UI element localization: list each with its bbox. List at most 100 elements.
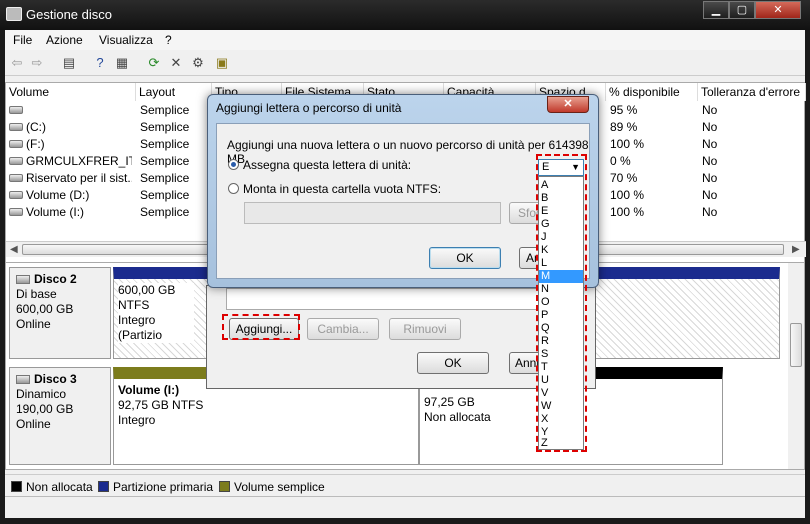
volume-cell: Riservato per il sist... [26,171,132,185]
volume-cell: Volume (D:) [26,188,90,202]
disk-icon [16,275,30,284]
change-button[interactable]: Cambia... [307,318,379,340]
delete-icon[interactable]: ✕ [167,54,185,72]
fault-cell: No [702,103,718,117]
drive-icon [9,208,23,216]
console-tree-icon[interactable]: ▤ [60,54,78,72]
partition-status: Integro [118,413,156,427]
menu-view[interactable]: Visualizza [99,33,153,47]
disk-size: 190,00 GB [16,402,74,416]
disk-size: 600,00 GB [16,302,74,316]
column-header-fault-tolerance[interactable]: Tolleranza d'errore [698,83,806,101]
legend-swatch-simple [219,481,230,492]
legend-label: Partizione primaria [113,480,214,494]
radio-assign-letter[interactable] [228,159,239,170]
disk-status: Online [16,317,51,331]
disk-type: Dinamico [16,387,67,401]
paths-list[interactable] [226,288,581,310]
volume-cell: (F:) [26,137,45,151]
refresh-icon[interactable]: ⟳ [145,54,163,72]
option-mount-folder-label[interactable]: Monta in questa cartella vuota NTFS: [243,182,441,196]
legend-swatch-primary [98,481,109,492]
layout-cell: Semplice [140,154,190,168]
settings-icon[interactable]: ⚙ [189,54,207,72]
forward-arrow-icon[interactable]: ⇨ [28,54,46,72]
dialog-body: Aggiungi una nuova lettera o un nuovo pe… [216,123,590,279]
fault-cell: No [702,120,718,134]
menu-help[interactable]: ? [165,33,172,47]
fault-cell: No [702,205,718,219]
scrollbar-thumb[interactable] [790,323,802,367]
scroll-left-icon[interactable]: ◀ [10,244,18,255]
layout-cell: Semplice [140,120,190,134]
dialog-close-icon[interactable]: ✕ [547,96,589,113]
column-header-volume[interactable]: Volume [6,83,136,101]
radio-mount-folder[interactable] [228,183,239,194]
column-header-percent-free[interactable]: % disponibile [606,83,698,101]
dialog-title: Aggiungi lettera o percorso di unità [216,101,402,115]
menu-action[interactable]: Azione [46,33,83,47]
drive-icon [9,123,23,131]
layout-cell: Semplice [140,205,190,219]
fault-cell: No [702,171,718,185]
layout-cell: Semplice [140,137,190,151]
drive-icon [9,106,23,114]
percent-cell: 89 % [610,120,638,134]
back-arrow-icon[interactable]: ⇦ [8,54,26,72]
drive-icon [9,140,23,148]
highlight-letter-dropdown [536,154,587,452]
window-title: Gestione disco [26,7,112,22]
highlight-add-button [222,314,300,340]
minimize-button[interactable]: ▁ [703,1,729,19]
ok-button[interactable]: OK [417,352,489,374]
legend: Non allocata Partizione primaria Volume … [5,474,805,496]
disk-2-label[interactable]: Disco 2 Di base 600,00 GB Online [9,267,111,359]
toolbar: ⇦ ⇨ ▤ ? ▦ ⟳ ✕ ⚙ ▣ [5,50,805,76]
folder-path-input[interactable] [244,202,501,224]
disk-icon [16,375,30,384]
percent-cell: 100 % [610,205,645,219]
partition-size: 600,00 GB NTFS [118,283,194,313]
partition-size: 92,75 GB NTFS [118,398,204,412]
title-bar: Gestione disco ▁ ▢ ✕ [0,0,810,30]
layout-cell: Semplice [140,103,190,117]
fault-cell: No [702,188,718,202]
legend-label: Non allocata [26,480,93,494]
percent-cell: 100 % [610,188,645,202]
percent-cell: 95 % [610,103,638,117]
layout-cell: Semplice [140,188,190,202]
drive-icon [9,174,23,182]
percent-cell: 0 % [610,154,631,168]
column-header-layout[interactable]: Layout [136,83,212,101]
fault-cell: No [702,137,718,151]
partition-status: Integro (Partizio [118,313,194,343]
legend-swatch-unallocated [11,481,22,492]
percent-cell: 70 % [610,171,638,185]
volume-cell: (C:) [26,120,46,134]
scroll-right-icon[interactable]: ▶ [792,244,800,255]
disk-name: Disco 2 [34,272,77,286]
legend-label: Volume semplice [234,480,325,494]
close-button[interactable]: ✕ [755,1,801,19]
disk-3-label[interactable]: Disco 3 Dinamico 190,00 GB Online [9,367,111,465]
optical-drive-icon [9,157,23,165]
maximize-button[interactable]: ▢ [729,1,755,19]
help-icon[interactable]: ? [91,54,109,72]
menu-file[interactable]: File [13,33,32,47]
menu-bar: File Azione Visualizza ? [5,30,805,50]
wizard-icon[interactable]: ▣ [213,54,231,72]
ok-button[interactable]: OK [429,247,501,269]
properties-icon[interactable]: ▦ [113,54,131,72]
disk-type: Di base [16,287,57,301]
layout-cell: Semplice [140,171,190,185]
remove-button[interactable]: Rimuovi [389,318,461,340]
disk-status: Online [16,417,51,431]
volume-cell: GRMCULXFRER_IT... [26,154,132,168]
percent-cell: 100 % [610,137,645,151]
option-assign-letter-label[interactable]: Assegna questa lettera di unità: [243,158,411,172]
disk-name: Disco 3 [34,372,77,386]
status-bar [5,496,805,518]
disk-management-icon [6,7,22,21]
drive-icon [9,191,23,199]
vertical-scrollbar[interactable] [788,263,804,469]
